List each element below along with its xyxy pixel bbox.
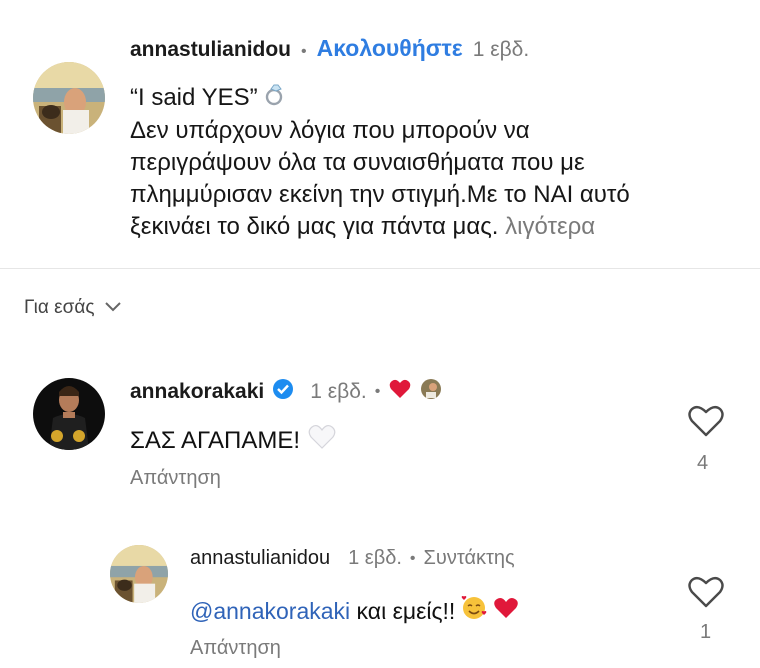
like-heart-icon[interactable] — [686, 403, 726, 444]
caption-time: 1 εβδ. — [472, 38, 530, 61]
caption-line: περιγράψουν όλα τα συναισθήματα που με — [130, 149, 585, 177]
for-you-filter[interactable]: Για εσάς — [24, 297, 122, 319]
liked-by-author-icon — [388, 378, 412, 405]
like-count: 1 — [700, 621, 712, 643]
like-count: 4 — [697, 452, 709, 474]
separator-dot: • — [409, 549, 416, 567]
separator-dot: • — [374, 382, 381, 400]
chevron-down-icon — [104, 297, 122, 319]
smiling-face-with-hearts-icon — [461, 595, 487, 627]
comment-time: 1 εβδ. — [348, 547, 402, 569]
comment-time: 1 εβδ. — [310, 379, 367, 403]
caption-line: πλημμύρισαν εκείνη την στιγμή.Με το ΝΑΙ … — [130, 181, 630, 209]
comment-text: ΣΑΣ ΑΓΑΠΑΜΕ! — [130, 424, 336, 457]
caption-username[interactable]: annastulianidou — [130, 38, 291, 62]
avatar[interactable] — [110, 545, 168, 603]
reply-button[interactable]: Απάντηση — [190, 637, 281, 660]
caption-line: ξεκινάει το δικό μας για πάντα μας. λιγό… — [130, 213, 596, 241]
author-label: Συντάκτης — [423, 547, 515, 569]
comment-body: @annakorakaki και εμείς!! — [190, 597, 456, 624]
avatar[interactable] — [33, 378, 105, 450]
avatar[interactable] — [33, 62, 105, 134]
comment-header: annakorakaki 1 εβδ. • — [130, 378, 442, 405]
white-heart-icon — [308, 424, 336, 457]
mention-link[interactable]: @annakorakaki — [190, 598, 350, 624]
like-heart-icon[interactable] — [686, 574, 726, 615]
follow-button[interactable]: Ακολουθήστε — [317, 35, 463, 62]
comment-username[interactable]: annakorakaki — [130, 380, 264, 404]
caption-header: annastulianidou • Ακολουθήστε 1 εβδ. — [130, 35, 529, 62]
verified-badge-icon — [272, 378, 294, 405]
less-link[interactable]: λιγότερα — [505, 213, 595, 240]
comment-header: annastulianidou 1 εβδ. • Συντάκτης — [190, 547, 515, 570]
for-you-label: Για εσάς — [24, 297, 95, 318]
caption-line: “I said YES” — [130, 82, 750, 115]
author-mini-avatar — [420, 378, 442, 405]
comment-username[interactable]: annastulianidou — [190, 547, 330, 570]
reply-button[interactable]: Απάντηση — [130, 467, 221, 490]
divider — [0, 268, 760, 269]
caption-text: “I said YES” Δεν υπάρχουν λόγια που μπορ… — [130, 82, 750, 243]
caption-line: Δεν υπάρχουν λόγια που μπορούν να — [130, 117, 530, 145]
separator-dot: • — [301, 43, 307, 60]
comment-text: @annakorakaki και εμείς!! — [190, 595, 519, 627]
comment-body: ΣΑΣ ΑΓΑΠΑΜΕ! — [130, 426, 301, 454]
ring-icon — [262, 82, 288, 115]
red-heart-icon — [493, 596, 519, 626]
